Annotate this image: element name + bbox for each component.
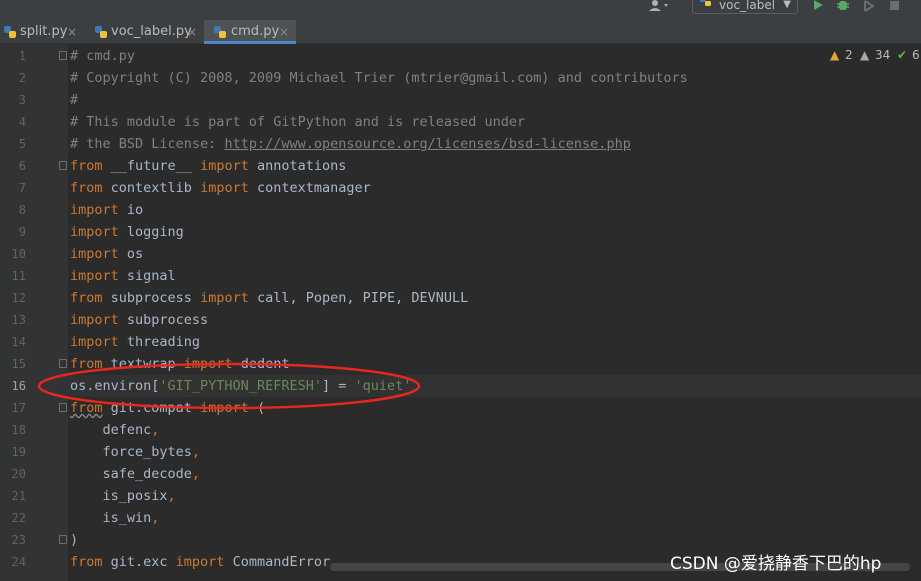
annotation-ellipse: [37, 362, 421, 410]
watermark: CSDN @爱挠静香下巴的hp: [670, 554, 882, 574]
